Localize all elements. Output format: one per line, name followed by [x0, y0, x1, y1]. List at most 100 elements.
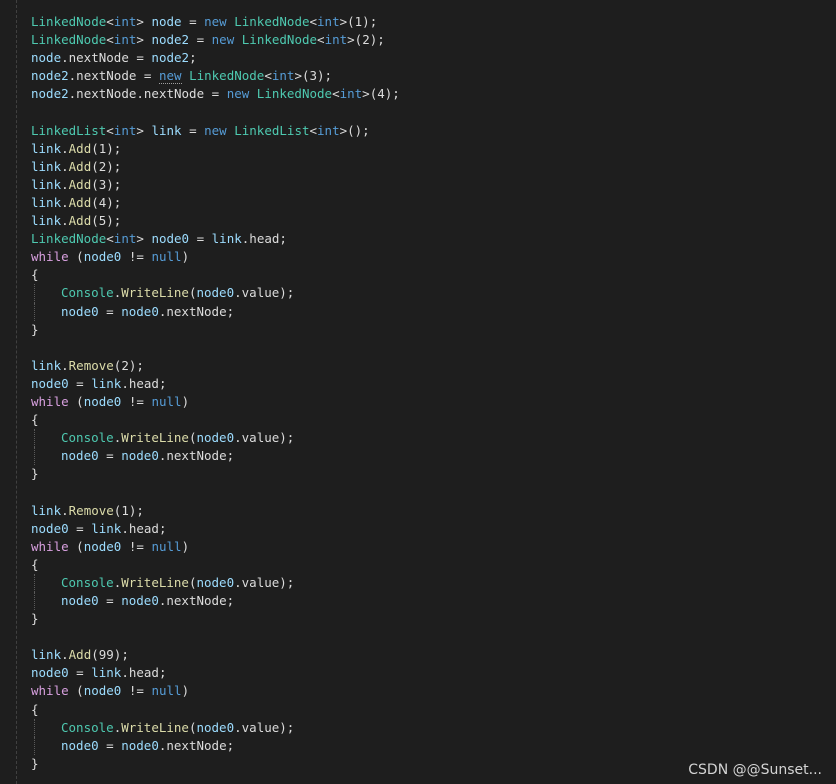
code-line[interactable]: }	[31, 610, 400, 628]
code-token-plain: >();	[339, 122, 370, 138]
code-line[interactable]: ​	[31, 483, 400, 501]
code-token-plain: .nextNode;	[158, 303, 235, 319]
code-line[interactable]: node0 = node0.nextNode;	[31, 736, 400, 755]
code-line[interactable]: }	[31, 755, 400, 773]
code-token-plain: >(3);	[294, 68, 333, 84]
code-line[interactable]: ​	[31, 339, 400, 357]
code-line[interactable]: }	[31, 321, 400, 339]
code-line[interactable]: link.Add(99);	[31, 646, 400, 664]
code-line[interactable]: ​	[31, 628, 400, 646]
code-line[interactable]: link.Add(2);	[31, 158, 400, 176]
code-line[interactable]: while (node0 != null)	[31, 682, 400, 700]
code-token-plain: (1);	[91, 140, 122, 156]
code-area[interactable]: LinkedNode<int> node = new LinkedNode<in…	[31, 13, 400, 773]
code-line[interactable]: }	[31, 465, 400, 483]
code-token-plain: <	[106, 231, 114, 247]
code-line[interactable]: node2.nextNode = new LinkedNode<int>(3);	[31, 67, 400, 85]
code-line[interactable]: node0 = link.head;	[31, 375, 400, 393]
code-line[interactable]: while (node0 != null)	[31, 538, 400, 556]
code-line[interactable]: Console.WriteLine(node0.value);	[31, 573, 400, 592]
code-token-plain: .nextNode;	[158, 737, 235, 753]
code-token-plain: .head;	[121, 665, 167, 681]
code-token-plain: >	[136, 122, 152, 138]
code-line[interactable]: node0 = node0.nextNode;	[31, 302, 400, 321]
code-token-keyword: int	[271, 68, 295, 84]
code-token-keyword: int	[339, 86, 363, 102]
code-token-plain: .head;	[241, 231, 287, 247]
code-token-identifier: node0	[61, 303, 99, 319]
code-line[interactable]: link.Add(4);	[31, 194, 400, 212]
code-line[interactable]: link.Add(1);	[31, 140, 400, 158]
code-token-plain: {	[31, 412, 39, 428]
code-token-identifier: link	[91, 665, 122, 681]
code-line[interactable]: node0 = link.head;	[31, 520, 400, 538]
code-token-plain: )	[181, 683, 190, 699]
code-line[interactable]: Console.WriteLine(node0.value);	[31, 429, 400, 448]
code-token-keyword: null	[151, 683, 182, 699]
code-token-method: Remove	[68, 357, 114, 373]
code-token-plain: .	[61, 158, 69, 174]
code-editor[interactable]: LinkedNode<int> node = new LinkedNode<in…	[0, 0, 836, 784]
code-token-plain: (99);	[91, 647, 129, 663]
code-token-identifier: link	[151, 122, 182, 138]
code-line[interactable]: link.Remove(1);	[31, 502, 400, 520]
code-token-identifier: node0	[121, 303, 159, 319]
code-token-plain: .nextNode;	[158, 593, 235, 608]
code-token-keyword: int	[317, 122, 340, 138]
code-token-plain: }	[31, 611, 39, 627]
code-token-identifier: link	[31, 357, 62, 373]
code-line[interactable]: link.Add(3);	[31, 176, 400, 194]
code-token-identifier: node0	[61, 448, 99, 464]
code-token-control-keyword: while	[31, 393, 69, 409]
code-token-identifier: node0	[61, 737, 99, 753]
code-line[interactable]: node0 = node0.nextNode;	[31, 592, 400, 611]
code-token-identifier: link	[31, 647, 62, 663]
code-line[interactable]: LinkedNode<int> node0 = link.head;	[31, 230, 400, 248]
code-token-keyword: new	[226, 86, 250, 102]
code-token-identifier: node0	[121, 593, 159, 608]
code-line[interactable]: LinkedList<int> link = new LinkedList<in…	[31, 122, 400, 140]
code-line[interactable]: node0 = link.head;	[31, 664, 400, 682]
code-token-keyword: new	[158, 68, 182, 85]
block-indent-guide	[34, 302, 35, 321]
code-token-type: Console	[61, 430, 114, 446]
code-line[interactable]: {	[31, 411, 400, 429]
code-token-keyword: new	[211, 32, 235, 48]
code-line[interactable]: {	[31, 701, 400, 719]
code-token-type: Console	[61, 285, 114, 301]
code-line[interactable]: link.Add(5);	[31, 212, 400, 230]
code-line[interactable]: {	[31, 266, 400, 284]
code-line[interactable]: node.nextNode = node2;	[31, 49, 400, 67]
code-token-plain: >	[136, 14, 152, 29]
code-line[interactable]: Console.WriteLine(node0.value);	[31, 718, 400, 737]
code-token-type: LinkedNode	[31, 14, 107, 29]
code-line[interactable]: Console.WriteLine(node0.value);	[31, 284, 400, 303]
watermark: CSDN @@Sunset...	[688, 762, 822, 778]
code-token-identifier: link	[31, 176, 62, 192]
code-line[interactable]: while (node0 != null)	[31, 248, 400, 266]
code-line[interactable]: node2.nextNode.nextNode = new LinkedNode…	[31, 85, 400, 103]
code-token-plain: <	[317, 32, 325, 48]
code-line[interactable]: LinkedNode<int> node2 = new LinkedNode<i…	[31, 31, 400, 49]
code-token-plain: )	[181, 393, 190, 409]
code-token-plain: .value);	[234, 574, 295, 590]
code-token-identifier: node2	[151, 50, 190, 66]
code-token-identifier: node2	[151, 32, 190, 48]
code-line[interactable]: ​	[31, 103, 400, 121]
code-token-identifier: link	[211, 231, 242, 247]
block-indent-guide	[34, 447, 35, 466]
code-token-plain: =	[98, 737, 122, 753]
code-token-control-keyword: while	[31, 683, 69, 699]
code-line[interactable]: node0 = node0.nextNode;	[31, 447, 400, 466]
code-line[interactable]: {	[31, 556, 400, 574]
code-line[interactable]: LinkedNode<int> node = new LinkedNode<in…	[31, 13, 400, 31]
code-token-plain: <	[106, 122, 114, 138]
code-line[interactable]: link.Remove(2);	[31, 357, 400, 375]
code-token-keyword: int	[324, 32, 348, 48]
code-token-method: WriteLine	[121, 574, 189, 590]
code-token-keyword: new	[204, 122, 227, 138]
code-token-plain: .value);	[234, 285, 295, 301]
code-line[interactable]: while (node0 != null)	[31, 393, 400, 411]
